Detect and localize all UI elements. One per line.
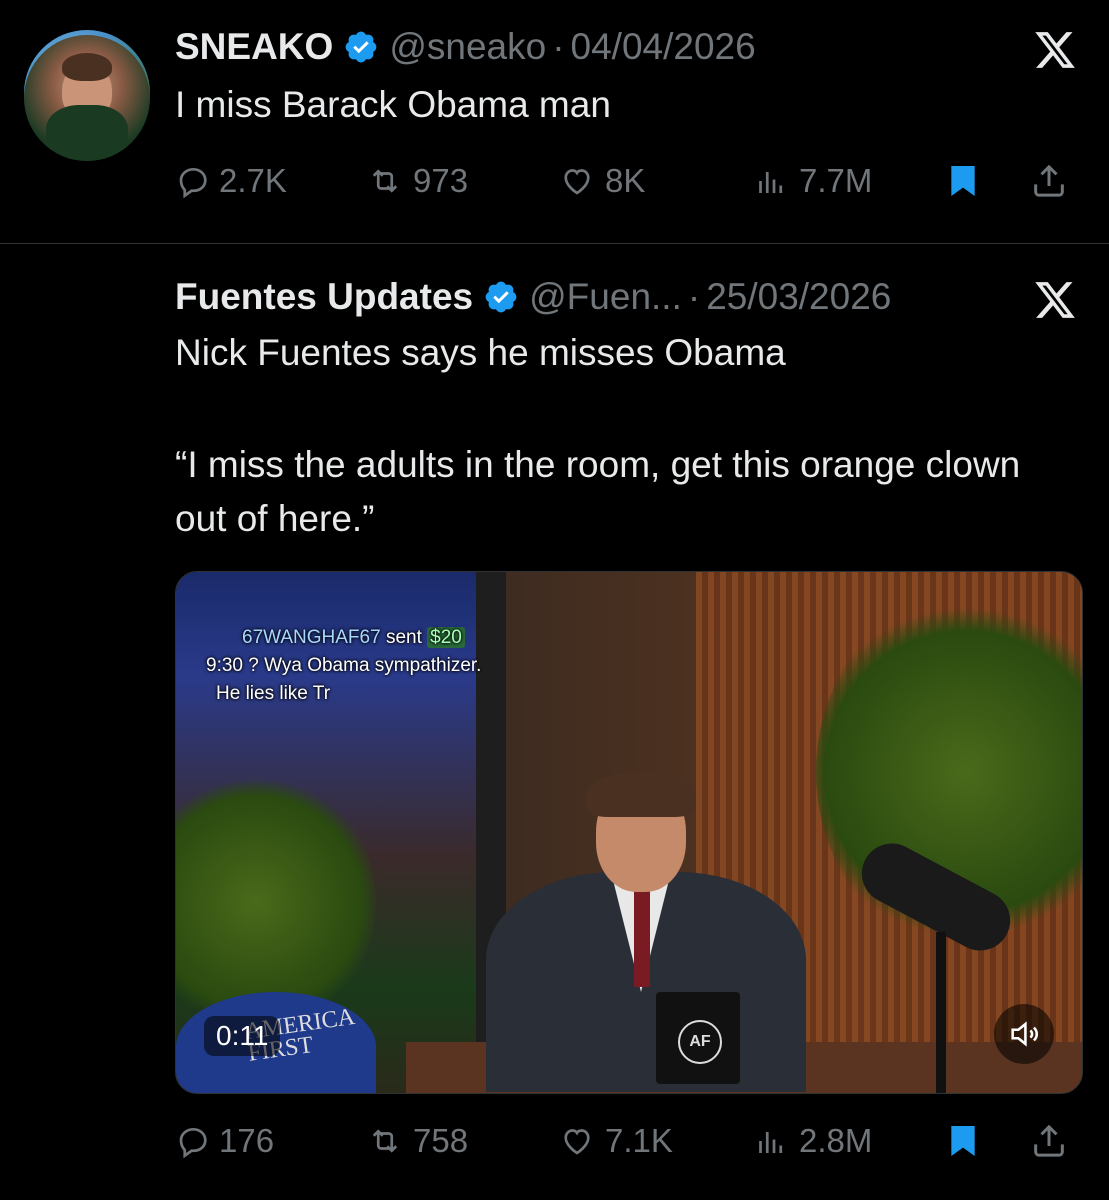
author-name[interactable]: Fuentes Updates bbox=[175, 276, 473, 318]
views-icon bbox=[759, 1132, 783, 1153]
views-count: 2.8M bbox=[799, 1122, 873, 1159]
tweet-date[interactable]: 25/03/2026 bbox=[706, 276, 891, 318]
video-player[interactable]: AF AMERICA FIRST 67WANGHAF67 sent $20 9:… bbox=[175, 571, 1083, 1094]
chat-line: He lies like Tr bbox=[216, 683, 331, 704]
mute-button[interactable] bbox=[994, 1004, 1054, 1064]
x-logo-icon bbox=[1035, 282, 1075, 318]
tweet-quote: “I miss the adults in the room, get this… bbox=[175, 444, 1021, 539]
bookmark-button[interactable] bbox=[943, 1121, 991, 1161]
chat-amount: $20 bbox=[427, 627, 465, 648]
repost-button[interactable]: 758 bbox=[365, 1122, 468, 1160]
bookmark-icon bbox=[951, 1126, 975, 1156]
share-button[interactable] bbox=[1029, 1121, 1077, 1161]
tweet-text: Nick Fuentes says he misses Obama bbox=[175, 332, 786, 373]
like-button[interactable]: 7.1K bbox=[557, 1122, 673, 1160]
mug-logo: AF bbox=[678, 1020, 722, 1064]
repost-icon bbox=[372, 1129, 398, 1153]
separator: · bbox=[687, 276, 701, 317]
tweet-fuentes-updates[interactable]: Fuentes Updates @Fuen... · 25/03/2026 Ni… bbox=[0, 0, 1109, 1159]
chat-sender: 67WANGHAF67 bbox=[242, 627, 381, 648]
tweet-actions: 176 758 7.1K 2.8M bbox=[175, 1116, 1080, 1166]
video-person bbox=[446, 772, 806, 1092]
video-mic-stand bbox=[936, 932, 946, 1093]
like-count: 7.1K bbox=[605, 1122, 673, 1159]
views-button[interactable]: 2.8M bbox=[751, 1122, 872, 1160]
reply-button[interactable]: 176 bbox=[175, 1122, 274, 1160]
reply-icon bbox=[179, 1127, 207, 1159]
chat-sent-label: sent bbox=[385, 627, 422, 648]
volume-icon bbox=[1011, 1021, 1039, 1047]
reply-count: 176 bbox=[219, 1122, 275, 1159]
author-handle[interactable]: @Fuen... bbox=[529, 276, 682, 318]
repost-count: 758 bbox=[413, 1122, 469, 1159]
avatar[interactable] bbox=[24, 35, 150, 161]
tweet-header: Fuentes Updates @Fuen... · 25/03/2026 bbox=[175, 276, 891, 318]
video-chat-overlay: 67WANGHAF67 sent $20 9:30 ? Wya Obama sy… bbox=[206, 624, 481, 708]
video-timestamp: 0:11 bbox=[204, 1016, 281, 1056]
verified-badge-icon bbox=[485, 281, 517, 313]
chat-line: 9:30 ? Wya Obama sympathizer. bbox=[206, 655, 482, 676]
video-mug: AF bbox=[656, 992, 740, 1084]
share-icon bbox=[1034, 1124, 1064, 1157]
like-icon bbox=[564, 1129, 590, 1155]
